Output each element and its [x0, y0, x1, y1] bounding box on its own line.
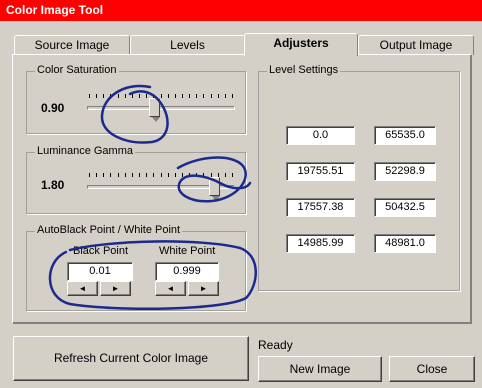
white-point-label: White Point — [159, 245, 216, 257]
slider-tick — [182, 173, 183, 177]
slider-tick — [96, 94, 97, 98]
color-saturation-slider[interactable] — [149, 98, 160, 122]
close-button[interactable]: Close — [389, 356, 475, 382]
luminance-gamma-slider[interactable] — [209, 177, 220, 201]
color-saturation-ticks — [89, 94, 233, 98]
slider-tick — [139, 94, 140, 98]
slider-tick — [225, 173, 226, 177]
tab-levels[interactable]: Levels — [130, 35, 245, 55]
level-low-field-1[interactable]: 0.0 — [286, 126, 355, 145]
level-low-field-3[interactable]: 17557.38 — [286, 198, 355, 217]
slider-tick — [232, 173, 233, 177]
slider-tick — [168, 94, 169, 98]
slider-tick — [139, 173, 140, 177]
slider-tick — [89, 94, 90, 98]
window-title: Color Image Tool — [0, 0, 482, 21]
slider-tick — [132, 173, 133, 177]
slider-tick — [132, 94, 133, 98]
slider-tick — [232, 94, 233, 98]
tab-adjusters[interactable]: Adjusters — [244, 33, 358, 56]
slider-tick — [161, 94, 162, 98]
slider-tick — [103, 94, 104, 98]
slider-tick — [146, 173, 147, 177]
slider-tick — [203, 173, 204, 177]
slider-tick — [96, 173, 97, 177]
level-high-field-3[interactable]: 50432.5 — [374, 198, 436, 217]
slider-tick — [196, 173, 197, 177]
black-point-field[interactable]: 0.01 — [67, 262, 133, 281]
slider-tick — [161, 173, 162, 177]
white-point-decrease-button[interactable]: ◄ — [155, 281, 186, 296]
slider-tick — [125, 94, 126, 98]
slider-tick — [110, 94, 111, 98]
tab-output-image[interactable]: Output Image — [358, 35, 474, 55]
black-point-decrease-button[interactable]: ◄ — [67, 281, 98, 296]
autoblack-group: AutoBlack Point / White Point Black Poin… — [26, 224, 246, 311]
slider-tick — [146, 94, 147, 98]
luminance-gamma-group: Luminance Gamma 1.80 — [26, 145, 246, 214]
slider-tick — [153, 173, 154, 177]
arrow-left-icon: ◄ — [166, 284, 175, 293]
level-settings-group: Level Settings 0.0 65535.0 19755.51 5229… — [258, 64, 460, 291]
slider-tick — [175, 94, 176, 98]
tab-strip: Source Image Levels Adjusters Output Ima… — [12, 33, 474, 56]
slider-tick — [118, 173, 119, 177]
slider-tick — [189, 94, 190, 98]
autoblack-label: AutoBlack Point / White Point — [35, 224, 183, 236]
level-settings-label: Level Settings — [267, 64, 341, 76]
arrow-right-icon: ► — [111, 284, 120, 293]
new-image-button[interactable]: New Image — [258, 356, 382, 382]
white-point-increase-button[interactable]: ► — [188, 281, 219, 296]
level-high-field-4[interactable]: 48981.0 — [374, 234, 436, 253]
slider-tick — [218, 94, 219, 98]
level-low-field-4[interactable]: 14985.99 — [286, 234, 355, 253]
luminance-gamma-label: Luminance Gamma — [35, 145, 135, 157]
status-text: Ready — [258, 338, 293, 352]
level-low-field-2[interactable]: 19755.51 — [286, 162, 355, 181]
slider-tick — [211, 94, 212, 98]
black-point-increase-button[interactable]: ► — [100, 281, 131, 296]
slider-tick — [196, 94, 197, 98]
arrow-right-icon: ► — [199, 284, 208, 293]
color-saturation-group: Color Saturation 0.90 — [26, 64, 246, 134]
slider-tick — [203, 94, 204, 98]
slider-tick — [182, 94, 183, 98]
slider-tick — [103, 173, 104, 177]
slider-tick — [225, 94, 226, 98]
arrow-left-icon: ◄ — [78, 284, 87, 293]
color-saturation-label: Color Saturation — [35, 64, 119, 76]
slider-tick — [125, 173, 126, 177]
black-point-label: Black Point — [73, 245, 129, 257]
level-high-field-1[interactable]: 65535.0 — [374, 126, 436, 145]
slider-tick — [168, 173, 169, 177]
slider-tick — [89, 173, 90, 177]
slider-tick — [118, 94, 119, 98]
tab-source-image[interactable]: Source Image — [14, 35, 130, 55]
color-saturation-value: 0.90 — [41, 101, 65, 115]
refresh-current-color-image-button[interactable]: Refresh Current Color Image — [13, 336, 249, 381]
luminance-gamma-value: 1.80 — [41, 178, 65, 192]
slider-tick — [189, 173, 190, 177]
white-point-field[interactable]: 0.999 — [155, 262, 219, 281]
level-high-field-2[interactable]: 52298.9 — [374, 162, 436, 181]
slider-tick — [175, 173, 176, 177]
slider-tick — [110, 173, 111, 177]
color-saturation-track — [87, 106, 235, 110]
